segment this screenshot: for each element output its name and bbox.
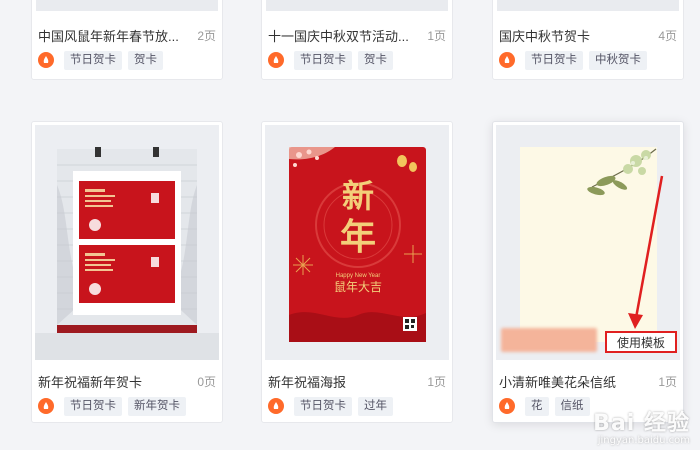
tag[interactable]: 过年: [358, 396, 393, 416]
card-title-row: 十一国庆中秋双节活动... 1页: [268, 26, 446, 44]
card-page-count: 1页: [658, 374, 677, 389]
poster-char-1: 新: [342, 177, 374, 215]
card-title[interactable]: 新年祝福新年贺卡: [38, 372, 142, 391]
card-title[interactable]: 十一国庆中秋双节活动...: [268, 26, 409, 45]
card-thumbnail[interactable]: [496, 125, 680, 360]
template-card-poster[interactable]: 新 年 Happy New Year 鼠年大吉 新年祝福海报 1页 节日贺卡 过…: [261, 121, 453, 423]
card-thumbnail[interactable]: [35, 125, 219, 360]
brand-logo-icon: [268, 398, 284, 414]
card-page-count: 1页: [427, 374, 446, 389]
tag[interactable]: 节日贺卡: [64, 396, 122, 416]
blurred-action-button[interactable]: [501, 328, 597, 352]
tag[interactable]: 节日贺卡: [64, 50, 122, 70]
card-title[interactable]: 小清新唯美花朵信纸: [499, 372, 616, 391]
brand-logo-icon: [499, 52, 515, 68]
card-title-row: 新年祝福新年贺卡 0页: [38, 372, 216, 390]
template-card-stationery[interactable]: 使用模板 小清新唯美花朵信纸 1页 花 信纸: [492, 121, 684, 423]
brand-logo-icon: [268, 52, 284, 68]
card-page-count: 1页: [427, 28, 446, 43]
card-tags: 节日贺卡 贺卡: [268, 50, 446, 70]
card-tags: 节日贺卡 贺卡: [38, 50, 216, 70]
template-card-top-2[interactable]: 十一国庆中秋双节活动... 1页 节日贺卡 贺卡: [261, 0, 453, 80]
card-title[interactable]: 中国风鼠年新年春节放...: [38, 26, 179, 45]
card-thumbnail[interactable]: 新 年 Happy New Year 鼠年大吉: [265, 125, 449, 360]
card-title-row: 小清新唯美花朵信纸 1页: [499, 372, 677, 390]
tag[interactable]: 贺卡: [358, 50, 393, 70]
stationery-preview: [520, 147, 657, 342]
card-tags: 节日贺卡 过年: [268, 396, 446, 416]
card-thumbnail[interactable]: [497, 0, 679, 11]
card-tags: 节日贺卡 中秋贺卡: [499, 50, 677, 70]
brand-logo-icon: [38, 52, 54, 68]
use-template-button[interactable]: 使用模板: [605, 331, 677, 353]
tag[interactable]: 节日贺卡: [294, 50, 352, 70]
card-tags: 节日贺卡 新年贺卡: [38, 396, 216, 416]
card-tags: 花 信纸: [499, 396, 677, 416]
brand-logo-icon: [38, 398, 54, 414]
card-thumbnail[interactable]: [36, 0, 218, 11]
template-card-greeting[interactable]: 新年祝福新年贺卡 0页 节日贺卡 新年贺卡: [31, 121, 223, 423]
greeting-card-preview: [35, 147, 219, 360]
tag[interactable]: 贺卡: [128, 50, 163, 70]
card-title-row: 新年祝福海报 1页: [268, 372, 446, 390]
tag[interactable]: 中秋贺卡: [589, 50, 647, 70]
new-year-poster-preview: 新 年 Happy New Year 鼠年大吉: [289, 147, 426, 342]
tag[interactable]: 花: [525, 396, 549, 416]
tag[interactable]: 新年贺卡: [128, 396, 186, 416]
card-title[interactable]: 新年祝福海报: [268, 372, 346, 391]
card-page-count: 4页: [658, 28, 677, 43]
poster-slogan: 鼠年大吉: [334, 280, 382, 294]
watermark-sub: jingyan.baidu.com: [597, 435, 690, 446]
brand-logo-icon: [499, 398, 515, 414]
template-card-top-3[interactable]: 国庆中秋节贺卡 4页 节日贺卡 中秋贺卡: [492, 0, 684, 80]
card-page-count: 0页: [197, 374, 216, 389]
tag[interactable]: 节日贺卡: [525, 50, 583, 70]
poster-char-2: 年: [340, 216, 376, 258]
tag[interactable]: 信纸: [554, 396, 590, 416]
card-title[interactable]: 国庆中秋节贺卡: [499, 26, 590, 45]
card-title-row: 中国风鼠年新年春节放... 2页: [38, 26, 216, 44]
template-card-top-1[interactable]: 中国风鼠年新年春节放... 2页 节日贺卡 贺卡: [31, 0, 223, 80]
tag[interactable]: 节日贺卡: [294, 396, 352, 416]
card-title-row: 国庆中秋节贺卡 4页: [499, 26, 677, 44]
card-thumbnail[interactable]: [266, 0, 448, 11]
card-page-count: 2页: [197, 28, 216, 43]
poster-english: Happy New Year: [336, 273, 381, 279]
